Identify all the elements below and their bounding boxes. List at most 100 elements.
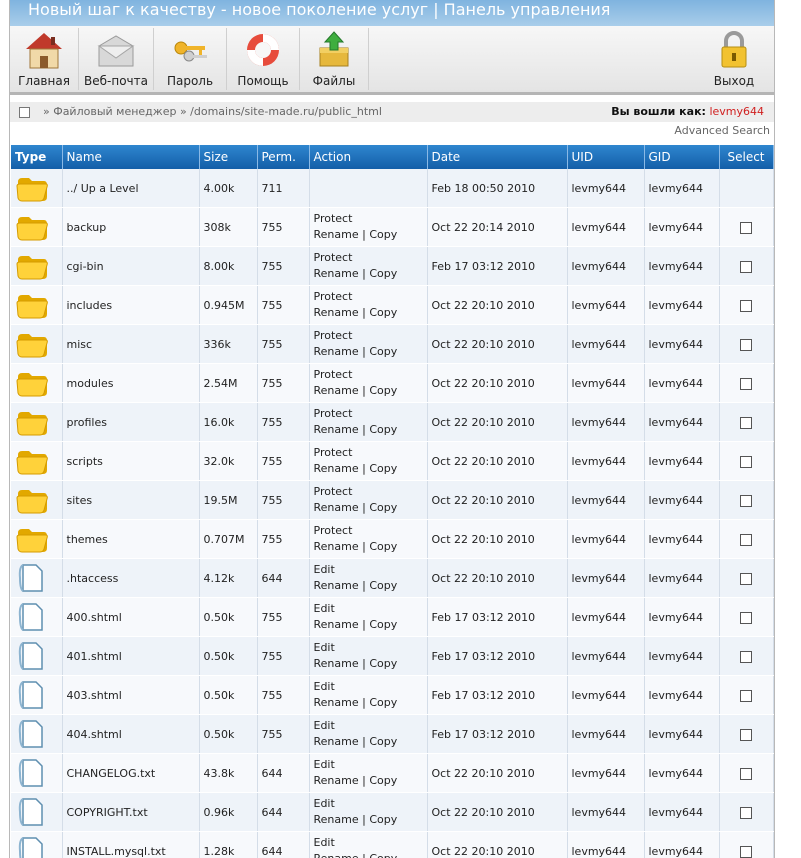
row-checkbox[interactable] bbox=[740, 377, 752, 390]
row-checkbox[interactable] bbox=[740, 494, 752, 507]
row-checkbox[interactable] bbox=[740, 533, 752, 546]
row-action-primary[interactable]: Edit bbox=[314, 641, 335, 654]
row-perm[interactable]: 711 bbox=[257, 169, 310, 208]
row-copy-link[interactable]: Copy bbox=[369, 501, 397, 514]
row-action-primary[interactable]: Protect bbox=[314, 251, 353, 264]
row-name[interactable]: 404.shtml bbox=[62, 714, 200, 754]
row-checkbox[interactable] bbox=[740, 650, 752, 663]
row-rename-link[interactable]: Rename bbox=[314, 618, 359, 631]
row-action-primary[interactable]: Protect bbox=[314, 368, 353, 381]
row-perm[interactable]: 755 bbox=[257, 363, 310, 403]
row-perm[interactable]: 755 bbox=[257, 636, 310, 676]
row-action-primary[interactable]: Protect bbox=[314, 446, 353, 459]
row-action-primary[interactable]: Edit bbox=[314, 602, 335, 615]
advanced-search-link[interactable]: Advanced Search bbox=[674, 124, 770, 137]
col-gid[interactable]: GID bbox=[644, 145, 720, 169]
col-uid[interactable]: UID bbox=[567, 145, 645, 169]
logout-button[interactable]: Выход bbox=[704, 28, 764, 90]
row-rename-link[interactable]: Rename bbox=[314, 540, 359, 553]
row-copy-link[interactable]: Copy bbox=[369, 306, 397, 319]
row-copy-link[interactable]: Copy bbox=[369, 462, 397, 475]
row-copy-link[interactable]: Copy bbox=[369, 228, 397, 241]
row-name[interactable]: INSTALL.mysql.txt bbox=[62, 831, 200, 858]
row-rename-link[interactable]: Rename bbox=[314, 579, 359, 592]
row-action-primary[interactable]: Protect bbox=[314, 485, 353, 498]
row-copy-link[interactable]: Copy bbox=[369, 618, 397, 631]
password-button[interactable]: Пароль bbox=[154, 28, 227, 90]
row-perm[interactable]: 644 bbox=[257, 792, 310, 832]
row-copy-link[interactable]: Copy bbox=[369, 852, 397, 858]
row-copy-link[interactable]: Copy bbox=[369, 657, 397, 670]
row-rename-link[interactable]: Rename bbox=[314, 462, 359, 475]
row-checkbox[interactable] bbox=[740, 299, 752, 312]
row-perm[interactable]: 755 bbox=[257, 441, 310, 481]
row-perm[interactable]: 755 bbox=[257, 519, 310, 559]
row-copy-link[interactable]: Copy bbox=[369, 384, 397, 397]
row-checkbox[interactable] bbox=[740, 338, 752, 351]
row-checkbox[interactable] bbox=[740, 728, 752, 741]
row-action-primary[interactable]: Protect bbox=[314, 290, 353, 303]
row-checkbox[interactable] bbox=[740, 416, 752, 429]
row-rename-link[interactable]: Rename bbox=[314, 345, 359, 358]
row-rename-link[interactable]: Rename bbox=[314, 735, 359, 748]
path-checkbox[interactable] bbox=[19, 107, 30, 118]
row-rename-link[interactable]: Rename bbox=[314, 657, 359, 670]
row-name[interactable]: misc bbox=[62, 324, 200, 364]
row-copy-link[interactable]: Copy bbox=[369, 696, 397, 709]
row-copy-link[interactable]: Copy bbox=[369, 540, 397, 553]
row-rename-link[interactable]: Rename bbox=[314, 267, 359, 280]
row-name[interactable]: modules bbox=[62, 363, 200, 403]
home-button[interactable]: Главная bbox=[10, 28, 79, 90]
row-checkbox[interactable] bbox=[740, 260, 752, 273]
col-type[interactable]: Type bbox=[11, 145, 63, 169]
row-rename-link[interactable]: Rename bbox=[314, 774, 359, 787]
row-checkbox[interactable] bbox=[740, 767, 752, 780]
help-button[interactable]: Помощь bbox=[227, 28, 300, 90]
row-rename-link[interactable]: Rename bbox=[314, 813, 359, 826]
row-checkbox[interactable] bbox=[740, 689, 752, 702]
row-name[interactable]: profiles bbox=[62, 402, 200, 442]
row-name[interactable]: sites bbox=[62, 480, 200, 520]
row-action-primary[interactable]: Protect bbox=[314, 407, 353, 420]
row-perm[interactable]: 644 bbox=[257, 558, 310, 598]
row-rename-link[interactable]: Rename bbox=[314, 696, 359, 709]
row-checkbox[interactable] bbox=[740, 611, 752, 624]
row-name[interactable]: COPYRIGHT.txt bbox=[62, 792, 200, 832]
row-copy-link[interactable]: Copy bbox=[369, 267, 397, 280]
col-size[interactable]: Size bbox=[199, 145, 258, 169]
row-name[interactable]: CHANGELOG.txt bbox=[62, 753, 200, 793]
row-name[interactable]: includes bbox=[62, 285, 200, 325]
row-name[interactable]: 401.shtml bbox=[62, 636, 200, 676]
row-copy-link[interactable]: Copy bbox=[369, 735, 397, 748]
breadcrumb[interactable]: » Файловый менеджер » /domains/site-made… bbox=[43, 102, 382, 122]
row-perm[interactable]: 755 bbox=[257, 402, 310, 442]
row-perm[interactable]: 755 bbox=[257, 285, 310, 325]
row-copy-link[interactable]: Copy bbox=[369, 774, 397, 787]
row-checkbox[interactable] bbox=[740, 221, 752, 234]
row-name[interactable]: .htaccess bbox=[62, 558, 200, 598]
row-perm[interactable]: 755 bbox=[257, 207, 310, 247]
row-name[interactable]: ../ Up a Level bbox=[62, 169, 200, 208]
row-checkbox[interactable] bbox=[740, 845, 752, 858]
row-name[interactable]: 403.shtml bbox=[62, 675, 200, 715]
row-rename-link[interactable]: Rename bbox=[314, 384, 359, 397]
col-perm[interactable]: Perm. bbox=[257, 145, 310, 169]
row-perm[interactable]: 755 bbox=[257, 597, 310, 637]
webmail-button[interactable]: Веб-почта bbox=[79, 28, 154, 90]
row-copy-link[interactable]: Copy bbox=[369, 423, 397, 436]
row-copy-link[interactable]: Copy bbox=[369, 813, 397, 826]
row-copy-link[interactable]: Copy bbox=[369, 345, 397, 358]
files-button[interactable]: Файлы bbox=[300, 28, 369, 90]
row-action-primary[interactable]: Edit bbox=[314, 680, 335, 693]
row-name[interactable]: scripts bbox=[62, 441, 200, 481]
row-copy-link[interactable]: Copy bbox=[369, 579, 397, 592]
row-rename-link[interactable]: Rename bbox=[314, 423, 359, 436]
row-action-primary[interactable]: Edit bbox=[314, 758, 335, 771]
col-date[interactable]: Date bbox=[427, 145, 568, 169]
row-action-primary[interactable]: Protect bbox=[314, 329, 353, 342]
row-checkbox[interactable] bbox=[740, 806, 752, 819]
row-action-primary[interactable]: Protect bbox=[314, 524, 353, 537]
row-rename-link[interactable]: Rename bbox=[314, 306, 359, 319]
row-checkbox[interactable] bbox=[740, 455, 752, 468]
col-name[interactable]: Name bbox=[62, 145, 200, 169]
